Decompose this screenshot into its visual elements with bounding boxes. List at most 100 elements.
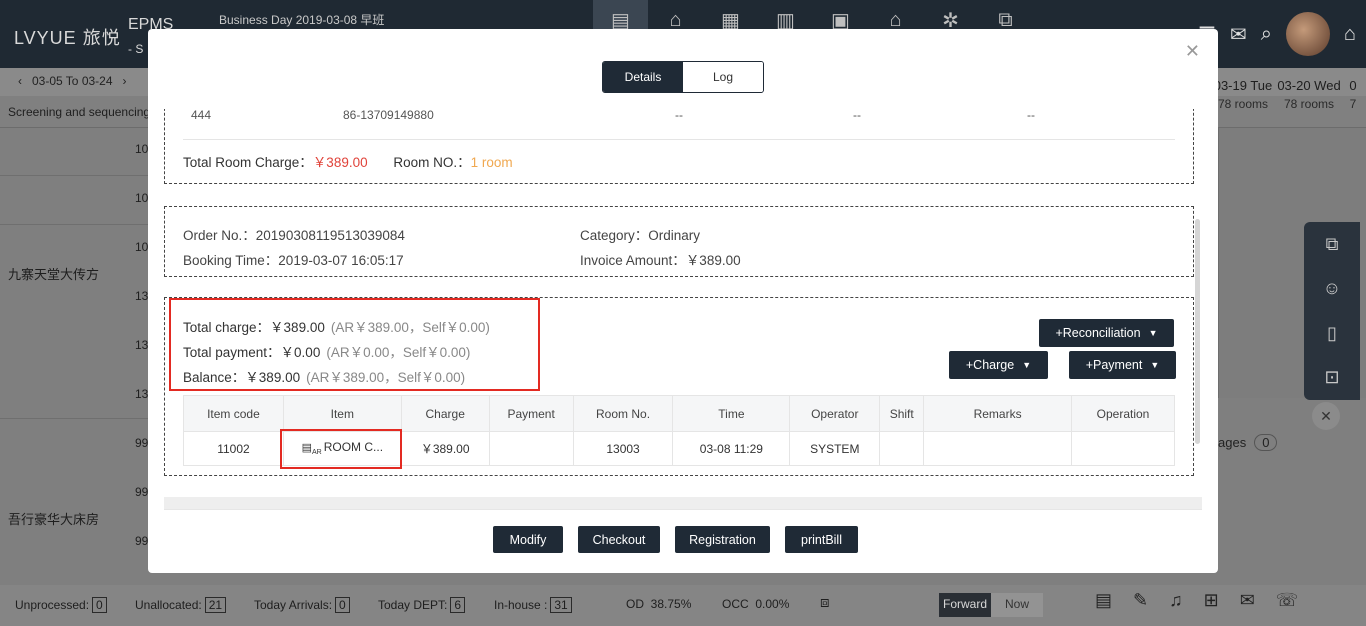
inhouse-stat[interactable]: In-house :31 [494,597,572,613]
room-section: 444 86-13709149880 -- -- -- Total Room C… [164,109,1194,184]
item-code-cell: 11002 [183,431,284,466]
column-header: Payment [488,395,574,432]
item-cell[interactable]: ▤AR ROOM C... [279,429,402,469]
forward-now-toggle: Forward Now [939,593,1044,617]
chat-icon[interactable]: ☏ [1276,590,1299,611]
now-toggle[interactable]: Now [991,593,1044,617]
date-range[interactable]: ‹ 03-05 To 03-24 › [18,74,127,88]
grid-line [0,224,148,225]
invoice-amount: Invoice Amount：￥389.00 [580,253,741,268]
time-cell: 03-08 11:29 [672,431,791,466]
room-row[interactable]: 13 [135,289,148,303]
divider [164,509,1202,510]
new-order-icon[interactable]: ⧉ [1326,234,1339,255]
day-column: 03-19 Tue 78 rooms [1213,78,1273,111]
bell-icon[interactable]: ♫ [1169,590,1183,611]
room-row[interactable]: 10 [135,240,148,254]
reconciliation-button[interactable]: +Reconciliation ▼ [1039,319,1174,347]
room-row[interactable]: 13 [135,387,148,401]
column-header: Item code [183,395,284,432]
guest-name: 444 [191,109,212,122]
column-header: Operator [789,395,881,432]
room-row[interactable]: 10 [135,191,148,205]
remarks-cell [923,431,1073,466]
operation-cell[interactable] [1071,431,1175,466]
column-header: Operation [1071,395,1175,432]
close-icon[interactable]: ✕ [1185,41,1200,62]
day-column: 07 [1349,78,1357,111]
order-info-section: Order No.：20190308119513039084 Category：… [164,206,1194,277]
booking-time: Booking Time：2019-03-07 16:05:17 [183,253,404,268]
guest-phone: 86-13709149880 [343,109,434,122]
item-highlight [279,429,402,469]
scan-icon[interactable]: ⊡ [1324,367,1339,388]
order-no: Order No.：20190308119513039084 [183,228,405,243]
business-day: Business Day 2019-03-08 早班 [219,13,385,27]
task-icon[interactable]: ✎ [1133,590,1148,611]
payment-button[interactable]: +Payment ▼ [1069,351,1176,379]
checkout-button[interactable]: Checkout [578,526,660,553]
home-icon[interactable]: ⌂ [1344,23,1356,46]
card-icon[interactable]: ▯ [1327,323,1337,344]
top-right-tools: ☰ ✉ ⌕ ⌂ [1198,0,1366,68]
charge-button[interactable]: +Charge ▼ [949,351,1048,379]
summary-highlight [169,298,540,391]
next-section-edge [164,497,1202,509]
room-row[interactable]: 10 [135,142,148,156]
room-count-link[interactable]: 1 room [471,155,513,170]
search-icon[interactable]: ⌕ [1261,23,1272,46]
chevron-down-icon: ▼ [1148,328,1158,338]
avatar[interactable] [1285,12,1330,56]
grid-line [0,175,148,176]
total-room-charge: Total Room Charge：￥389.00 Room NO.：1 roo… [183,155,513,170]
mail-icon[interactable]: ✉ [1240,590,1255,611]
report-icon[interactable]: ▤ [1095,590,1112,611]
table-row[interactable]: 11002 ▤AR ROOM C... ￥389.00 13003 03-08 1… [183,429,1175,469]
grid-line [0,418,148,419]
chart-icon[interactable]: ⧈ [820,594,830,611]
modify-button[interactable]: Modify [493,526,563,553]
details-log-tabs: Details Log [602,61,764,93]
tab-details[interactable]: Details [603,62,683,92]
chevron-down-icon: ▼ [1150,360,1160,370]
shift-cell [879,431,925,466]
guest-icon[interactable]: ☺ [1323,278,1341,299]
room-row[interactable]: 99 [135,534,148,548]
guest-field: -- [853,109,861,122]
room-row[interactable]: 99 [135,436,148,450]
category: Category：Ordinary [580,228,701,243]
dept-stat[interactable]: Today DEPT: 6 [378,597,466,613]
close-icon[interactable]: ✕ [1312,402,1340,430]
registration-button[interactable]: Registration [675,526,770,553]
forward-toggle[interactable]: Forward [939,593,992,617]
column-header: Shift [879,395,925,432]
column-header: Item [282,395,402,432]
guest-field: -- [1027,109,1035,122]
scrollbar-thumb[interactable] [1195,219,1200,444]
table-header: Item code Item Charge Payment Room No. T… [183,395,1175,432]
column-header: Time [672,395,791,432]
print-bill-button[interactable]: printBill [785,526,858,553]
column-header: Charge [400,395,490,432]
operator-cell: SYSTEM [789,431,881,466]
tab-log[interactable]: Log [683,62,763,92]
mail-icon[interactable]: ✉ [1230,22,1247,47]
payment-cell [488,431,574,466]
messages-label: ages 0 [1218,434,1278,451]
room-row[interactable]: 99 [135,485,148,499]
chevron-down-icon: ▼ [1022,360,1032,370]
arrivals-stat[interactable]: Today Arrivals: 0 [254,597,350,613]
day-column: 03-20 Wed 78 rooms [1277,78,1341,111]
room-row[interactable]: 13 [135,338,148,352]
unprocessed-stat[interactable]: Unprocessed: 0 [15,597,107,613]
od-stat: OD 38.75% [626,597,692,611]
divider [183,139,1175,140]
details-scroll-area[interactable]: 444 86-13709149880 -- -- -- Total Room C… [164,109,1202,509]
screening-label[interactable]: Screening and sequencing [8,105,150,119]
quick-tools-panel: ⧉ ☺ ▯ ⊡ [1304,222,1360,400]
status-tools: ▤ ✎ ♫ ⊞ ✉ ☏ [1095,590,1298,611]
unallocated-stat[interactable]: Unallocated: 21 [135,597,227,613]
product-subtitle: - S [128,42,144,56]
occ-stat: OCC 0.00% [722,597,790,611]
inquiry-icon[interactable]: ⊞ [1204,590,1219,611]
